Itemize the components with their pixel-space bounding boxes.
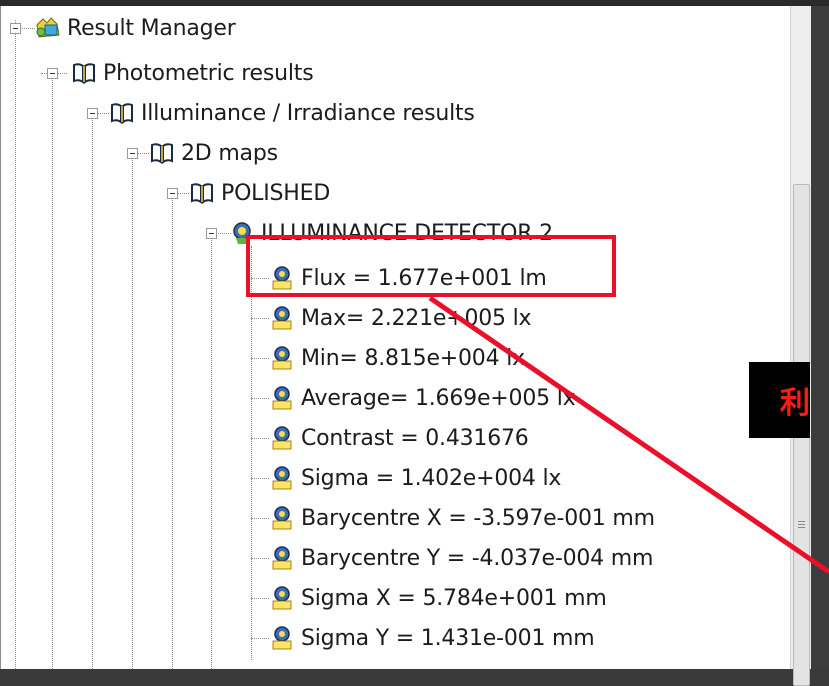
annotation-pointer-line <box>428 295 829 575</box>
pointer-line <box>428 295 829 575</box>
